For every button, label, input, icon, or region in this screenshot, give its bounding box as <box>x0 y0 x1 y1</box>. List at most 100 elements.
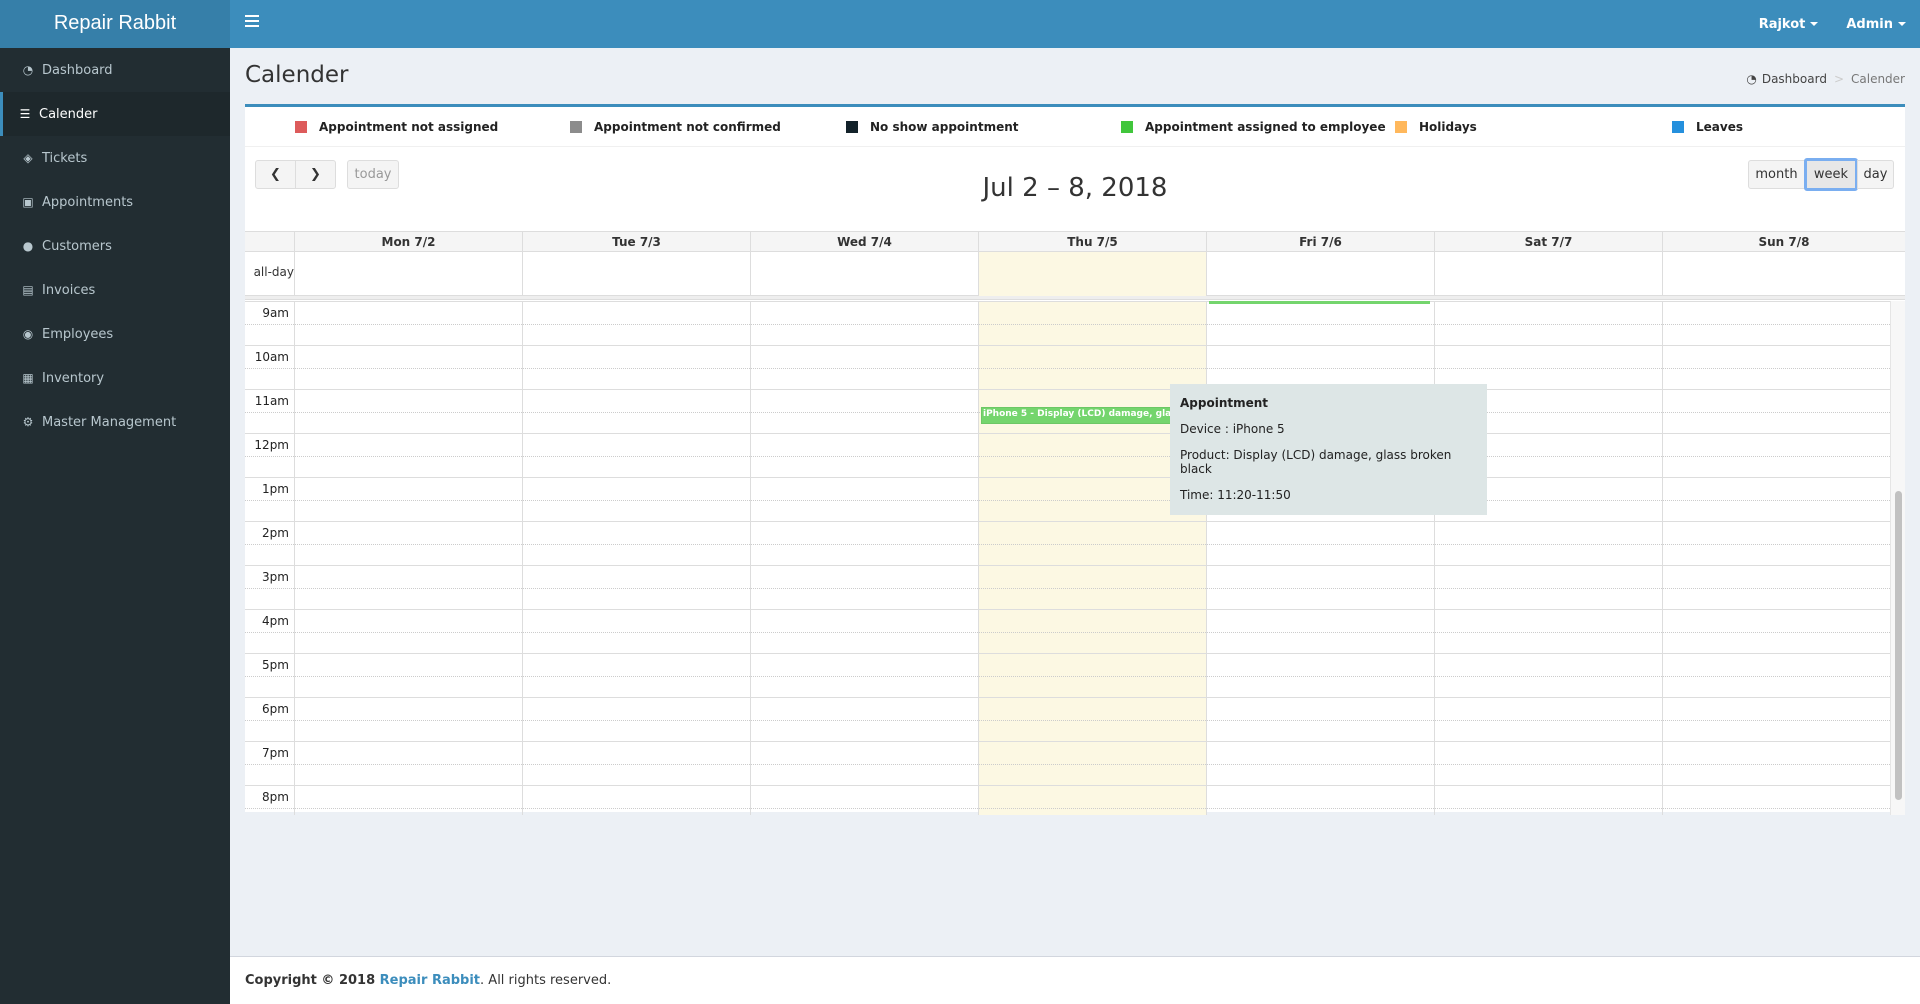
all-day-row: all-day <box>245 252 1905 296</box>
week-grid: Mon 7/2 Tue 7/3 Wed 7/4 Thu 7/5 Fri 7/6 Sat 7… <box>245 231 1905 815</box>
calendar-box: Appointment not assigned Appointment not… <box>245 104 1905 815</box>
time-label: 1pm <box>262 482 289 496</box>
time-grid-scrollbar[interactable] <box>1890 301 1905 815</box>
hour-row[interactable]: 2pm <box>245 521 1890 565</box>
all-day-cell[interactable] <box>294 252 522 296</box>
caret-down-icon <box>1810 22 1819 26</box>
hour-row[interactable]: 3pm <box>245 565 1890 609</box>
time-label: 2pm <box>262 526 289 540</box>
all-day-cell[interactable] <box>978 252 1206 296</box>
hour-row[interactable]: 8pm <box>245 785 1890 815</box>
hour-row[interactable]: 12pm <box>245 433 1890 477</box>
footer: Copyright © 2018 Repair Rabbit. All righ… <box>230 956 1920 1004</box>
half-hour-line <box>245 676 1890 677</box>
all-day-cell[interactable] <box>1434 252 1662 296</box>
all-day-cell[interactable] <box>1662 252 1890 296</box>
tooltip-time: Time: 11:20-11:50 <box>1180 488 1291 502</box>
day-header-row: Mon 7/2 Tue 7/3 Wed 7/4 Thu 7/5 Fri 7/6 Sat 7… <box>245 232 1905 252</box>
all-day-cell[interactable] <box>1206 252 1434 296</box>
sidebar-item-customers[interactable]: ● Customers <box>0 224 230 268</box>
column-divider <box>522 301 523 815</box>
breadcrumb-separator: > <box>1833 72 1844 86</box>
hour-row[interactable]: 9am <box>245 301 1890 345</box>
caret-down-icon <box>1898 22 1906 26</box>
users-icon: ● <box>22 239 34 253</box>
tooltip-product: Product: Display (LCD) damage, glass bro… <box>1180 448 1452 476</box>
sidebar-toggle-icon[interactable] <box>245 15 259 29</box>
hour-row[interactable]: 1pm <box>245 477 1890 521</box>
footer-suffix: . All rights reserved. <box>480 973 612 988</box>
legend-label: Leaves <box>1696 119 1743 134</box>
sidebar-item-master-management[interactable]: ⚙ Master Management <box>0 400 230 444</box>
legend-label: Appointment not confirmed <box>594 119 781 134</box>
legend-swatch <box>570 120 582 133</box>
day-header: Sat 7/7 <box>1434 232 1662 252</box>
day-header: Sun 7/8 <box>1662 232 1905 252</box>
user-dropdown[interactable]: Admin <box>1832 17 1920 32</box>
all-day-cell[interactable] <box>522 252 750 296</box>
day-header: Mon 7/2 <box>294 232 522 252</box>
prev-button[interactable]: ❮ <box>255 160 296 189</box>
half-hour-line <box>245 500 1890 501</box>
legend-swatch <box>1395 120 1407 133</box>
sidebar-item-appointments[interactable]: ▣ Appointments <box>0 180 230 224</box>
cogs-icon: ⚙ <box>22 415 34 429</box>
tooltip-device: Device : iPhone 5 <box>1180 422 1285 436</box>
time-grid[interactable]: 9am 10am 11am 12pm 1pm 2pm 3pm 4pm 5pm 6pm 7pm 8pm i… <box>245 301 1905 815</box>
next-button[interactable]: ❯ <box>295 160 336 189</box>
sidebar-item-label: Invoices <box>42 282 96 298</box>
sidebar-item-calender[interactable]: ☰ Calender <box>0 92 230 136</box>
day-view-button[interactable]: day <box>1857 160 1894 189</box>
hour-row[interactable]: 7pm <box>245 741 1890 785</box>
time-label: 9am <box>262 306 289 320</box>
half-hour-line <box>245 324 1890 325</box>
hour-row[interactable]: 4pm <box>245 609 1890 653</box>
page-title: Calender <box>245 62 349 88</box>
scrollbar-thumb[interactable] <box>1895 491 1902 800</box>
day-header: Wed 7/4 <box>750 232 978 252</box>
day-header: Tue 7/3 <box>522 232 750 252</box>
chevron-left-icon: ❮ <box>270 167 281 182</box>
sidebar-item-label: Calender <box>39 106 98 122</box>
breadcrumb-home-link[interactable]: Dashboard <box>1762 72 1827 86</box>
app-logo[interactable]: Repair Rabbit <box>0 0 230 48</box>
legend: Appointment not assigned Appointment not… <box>245 107 1905 147</box>
all-day-divider <box>245 296 1905 300</box>
legend-item: Leaves <box>1672 120 1743 134</box>
footer-brand-link[interactable]: Repair Rabbit <box>380 973 480 988</box>
all-day-label: all-day <box>253 265 294 279</box>
month-view-button[interactable]: month <box>1748 160 1805 189</box>
legend-label: Appointment not assigned <box>319 119 499 134</box>
sidebar-item-label: Employees <box>42 326 114 342</box>
ticket-icon: ◈ <box>23 151 33 165</box>
half-hour-line <box>245 764 1890 765</box>
column-divider <box>294 301 295 815</box>
hour-row[interactable]: 5pm <box>245 653 1890 697</box>
time-label: 12pm <box>254 438 289 452</box>
sidebar-item-invoices[interactable]: ▤ Invoices <box>0 268 230 312</box>
column-divider <box>750 301 751 815</box>
event-indicator <box>1209 301 1430 304</box>
location-dropdown[interactable]: Rajkot <box>1745 17 1833 32</box>
legend-swatch <box>1672 120 1684 133</box>
today-button[interactable]: today <box>347 160 399 189</box>
main-content: Calender ◔ Dashboard > Calender Appointm… <box>230 48 1920 956</box>
hour-row[interactable]: 10am <box>245 345 1890 389</box>
hour-row[interactable]: 6pm <box>245 697 1890 741</box>
all-day-cell[interactable] <box>750 252 978 296</box>
week-view-button[interactable]: week <box>1804 158 1858 191</box>
dashboard-icon: ◔ <box>1746 72 1757 86</box>
sidebar-item-inventory[interactable]: ▦ Inventory <box>0 356 230 400</box>
sidebar-item-employees[interactable]: ◉ Employees <box>0 312 230 356</box>
calendar-event[interactable]: iPhone 5 - Display (LCD) damage, glass b… <box>981 406 1199 424</box>
time-label: 7pm <box>262 746 289 760</box>
time-label: 3pm <box>262 570 289 584</box>
file-text-icon: ▤ <box>22 283 34 297</box>
sidebar: ◔ Dashboard ☰ Calender ◈ Tickets ▣ Appointme… <box>0 48 230 1004</box>
sidebar-item-tickets[interactable]: ◈ Tickets <box>0 136 230 180</box>
user-label: Admin <box>1846 16 1893 32</box>
legend-swatch <box>1121 120 1133 133</box>
dashboard-icon: ◔ <box>22 63 34 77</box>
sidebar-item-dashboard[interactable]: ◔ Dashboard <box>0 48 230 92</box>
calendar-title: Jul 2 – 8, 2018 <box>982 173 1168 203</box>
